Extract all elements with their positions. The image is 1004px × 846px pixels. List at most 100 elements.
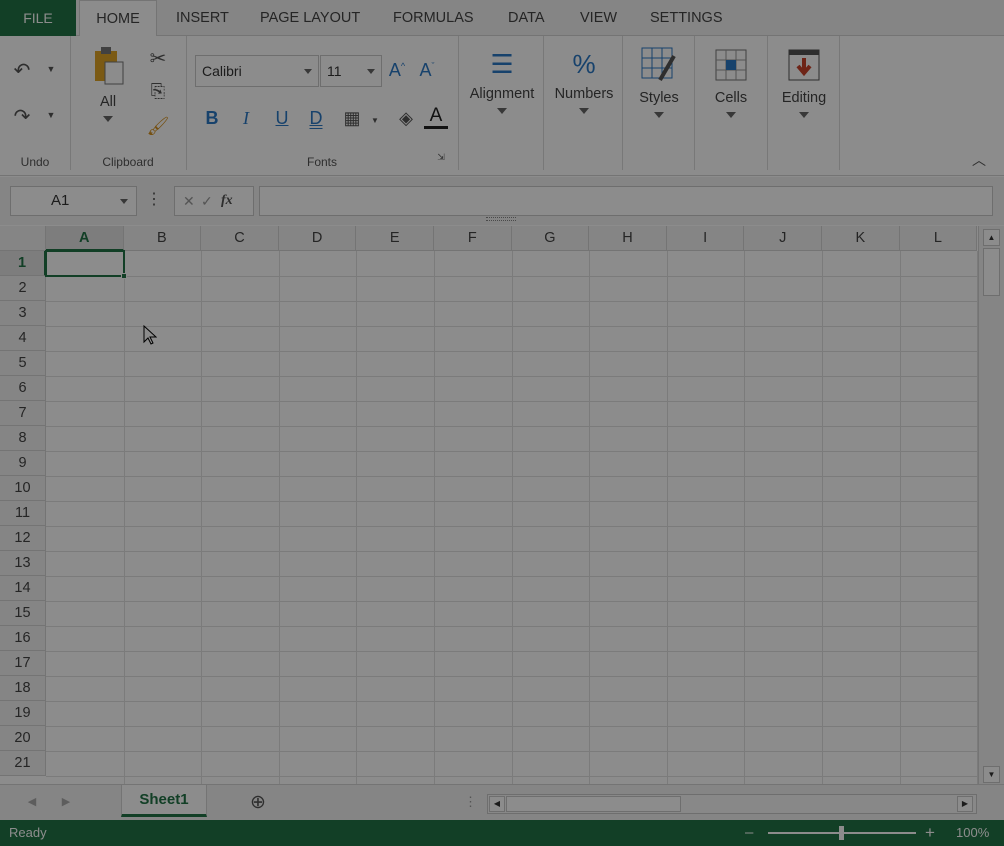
double-underline-button[interactable]: D [304, 108, 328, 129]
font-color-icon[interactable]: A [424, 106, 448, 129]
confirm-icon[interactable]: ✓ [201, 187, 213, 215]
formula-buttons: ✕ ✓ fx [174, 186, 254, 216]
row-header-18[interactable]: 18 [0, 676, 46, 701]
decrease-font-icon[interactable]: Aˇ [416, 60, 438, 81]
splitter-icon[interactable]: ⋮ [464, 794, 477, 810]
column-header-i[interactable]: I [666, 226, 745, 251]
resize-handle[interactable] [486, 217, 516, 221]
zoom-in-icon[interactable]: + [925, 820, 935, 846]
column-header-j[interactable]: J [744, 226, 822, 251]
tab-view[interactable]: VIEW [580, 0, 617, 36]
collapse-ribbon-icon[interactable]: ︿ [970, 150, 988, 170]
row-header-4[interactable]: 4 [0, 326, 46, 351]
borders-dropdown-icon[interactable]: ▼ [370, 116, 380, 125]
chevron-down-icon [120, 199, 128, 204]
row-header-2[interactable]: 2 [0, 276, 46, 301]
format-painter-icon[interactable]: 🖌 [146, 116, 170, 137]
bold-button[interactable]: B [200, 108, 224, 129]
more-options-icon[interactable]: ⋮ [146, 189, 162, 209]
alignment-button[interactable]: ☰ Alignment [462, 46, 542, 114]
cells-button[interactable]: Cells [698, 46, 764, 118]
column-header-g[interactable]: G [511, 226, 590, 251]
column-header-f[interactable]: F [434, 226, 512, 251]
copy-icon[interactable]: ⎘ [146, 81, 170, 102]
borders-icon[interactable]: ▦ [340, 108, 364, 129]
add-sheet-icon[interactable]: ⊕ [247, 791, 269, 814]
scroll-thumb[interactable] [983, 248, 1000, 296]
italic-button[interactable]: I [234, 108, 258, 129]
column-header-h[interactable]: H [589, 226, 667, 251]
tab-home[interactable]: HOME [79, 0, 157, 37]
row-header-20[interactable]: 20 [0, 726, 46, 751]
paste-button[interactable]: All [88, 46, 128, 122]
row-header-5[interactable]: 5 [0, 351, 46, 376]
underline-button[interactable]: U [270, 108, 294, 129]
cancel-icon[interactable]: ✕ [183, 187, 195, 215]
redo-dropdown-icon[interactable]: ▼ [46, 110, 56, 120]
undo-dropdown-icon[interactable]: ▼ [46, 64, 56, 74]
row-header-13[interactable]: 13 [0, 551, 46, 576]
styles-button[interactable]: Styles [626, 46, 692, 118]
column-header-a[interactable]: A [46, 226, 124, 251]
tab-data[interactable]: DATA [508, 0, 545, 36]
zoom-slider-handle[interactable] [839, 826, 844, 840]
selected-cell[interactable] [45, 250, 127, 279]
vertical-scrollbar[interactable]: ▲ ▼ [978, 226, 1004, 784]
fill-color-icon[interactable]: ◈ [394, 108, 418, 129]
scroll-up-icon[interactable]: ▲ [983, 229, 1000, 246]
row-header-3[interactable]: 3 [0, 301, 46, 326]
tab-formulas[interactable]: FORMULAS [393, 0, 474, 36]
redo-icon[interactable]: ↷ [10, 104, 34, 129]
horizontal-scrollbar[interactable]: ◀ ▶ [487, 794, 977, 814]
row-header-14[interactable]: 14 [0, 576, 46, 601]
prev-sheet-icon[interactable]: ◀ [26, 795, 38, 808]
formula-bar: A1 ⋮ ✕ ✓ fx [0, 177, 1004, 225]
tab-file[interactable]: FILE [0, 0, 76, 36]
column-header-d[interactable]: D [278, 226, 357, 251]
divider [839, 36, 840, 170]
row-header-21[interactable]: 21 [0, 751, 46, 776]
editing-button[interactable]: Editing [771, 46, 837, 118]
divider [186, 36, 187, 170]
row-header-16[interactable]: 16 [0, 626, 46, 651]
column-header-e[interactable]: E [356, 226, 434, 251]
row-header-10[interactable]: 10 [0, 476, 46, 501]
fill-handle[interactable] [120, 273, 127, 279]
formula-input[interactable] [259, 186, 993, 216]
fx-icon[interactable]: fx [221, 187, 233, 215]
next-sheet-icon[interactable]: ▶ [60, 795, 72, 808]
select-all-corner[interactable] [0, 226, 46, 251]
row-header-7[interactable]: 7 [0, 401, 46, 426]
cells-icon [715, 49, 747, 81]
undo-icon[interactable]: ↶ [10, 58, 34, 83]
name-box[interactable]: A1 [10, 186, 137, 216]
tab-page-layout[interactable]: PAGE LAYOUT [260, 0, 360, 36]
column-header-l[interactable]: L [899, 226, 978, 251]
cut-icon[interactable]: ✂ [146, 46, 170, 71]
tab-insert[interactable]: INSERT [176, 0, 229, 36]
row-header-9[interactable]: 9 [0, 451, 46, 476]
row-header-12[interactable]: 12 [0, 526, 46, 551]
increase-font-icon[interactable]: A^ [386, 60, 408, 81]
row-header-1[interactable]: 1 [0, 251, 46, 276]
row-header-17[interactable]: 17 [0, 651, 46, 676]
scroll-thumb[interactable] [506, 796, 681, 812]
dialog-launcher-icon[interactable]: ⇲ [436, 152, 446, 163]
scroll-left-icon[interactable]: ◀ [489, 796, 505, 812]
row-header-15[interactable]: 15 [0, 601, 46, 626]
sheet-tab-sheet1[interactable]: Sheet1 [121, 785, 207, 817]
row-header-8[interactable]: 8 [0, 426, 46, 451]
row-header-11[interactable]: 11 [0, 501, 46, 526]
row-header-19[interactable]: 19 [0, 701, 46, 726]
scroll-right-icon[interactable]: ▶ [957, 796, 973, 812]
column-header-k[interactable]: K [822, 226, 900, 251]
font-size-select[interactable]: 11 [320, 55, 382, 87]
zoom-out-icon[interactable]: – [745, 820, 753, 846]
font-name-select[interactable]: Calibri [195, 55, 319, 87]
numbers-button[interactable]: % Numbers [547, 46, 621, 114]
tab-settings[interactable]: SETTINGS [650, 0, 723, 36]
column-header-c[interactable]: C [201, 226, 279, 251]
column-header-b[interactable]: B [123, 226, 202, 251]
scroll-down-icon[interactable]: ▼ [983, 766, 1000, 783]
row-header-6[interactable]: 6 [0, 376, 46, 401]
